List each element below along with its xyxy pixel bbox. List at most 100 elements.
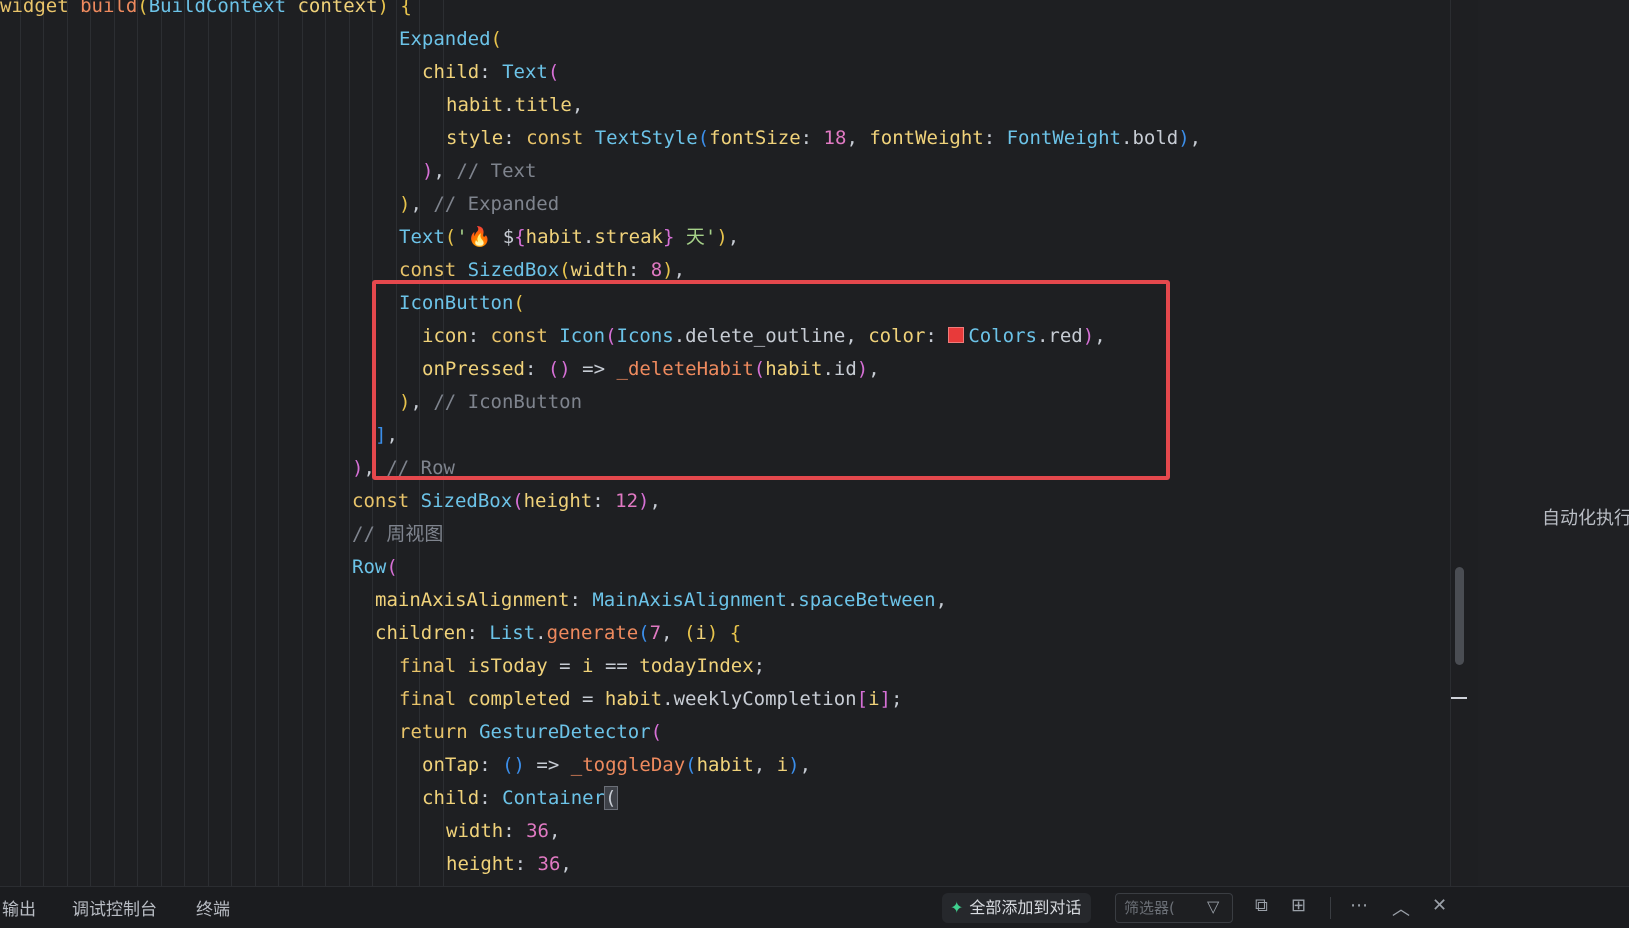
code-token: final (399, 655, 468, 677)
code-token: ( (547, 61, 560, 83)
tab-terminal[interactable]: 终端 (196, 895, 230, 920)
code-token: children (375, 622, 467, 644)
code-token: todayIndex (639, 655, 754, 677)
code-token: bold (1132, 127, 1179, 149)
code-token: . (786, 589, 799, 611)
code-token: style (446, 127, 504, 149)
code-token: , (753, 754, 777, 776)
code-line: IconButton( (0, 287, 525, 320)
code-token: , (661, 622, 684, 644)
copy-icon[interactable]: ⧉ (1255, 895, 1268, 916)
code-token: ( (605, 325, 617, 347)
layout-icon[interactable]: ⊞ (1291, 895, 1306, 916)
code-line: ), // Text (0, 155, 536, 188)
code-token: MainAxisAlignment (592, 589, 787, 611)
code-token: = (547, 655, 583, 677)
filter-icon[interactable]: ▽ (1207, 897, 1219, 916)
code-token: ( (137, 0, 149, 17)
code-token: Container (502, 787, 606, 809)
code-token: isToday (467, 655, 548, 677)
code-token: ( (513, 292, 525, 314)
right-side-panel (1478, 0, 1629, 886)
close-icon[interactable]: ✕ (1432, 895, 1447, 916)
code-token: height (523, 490, 593, 512)
code-token: , (1189, 127, 1202, 149)
code-token: ( (512, 490, 524, 512)
code-token: context (297, 0, 378, 17)
code-token: 8 (650, 259, 663, 281)
code-token: ( (683, 622, 696, 644)
code-token: habit (696, 754, 754, 776)
code-token: onTap (422, 754, 480, 776)
code-line: Text('🔥 ${habit.streak} 天'), (0, 221, 739, 254)
code-token: SizedBox (467, 259, 560, 281)
tab-output[interactable]: 输出 (2, 895, 36, 920)
code-token: : (466, 622, 490, 644)
code-token: , (560, 853, 572, 875)
code-token: generate (546, 622, 639, 644)
code-token: width (446, 820, 504, 842)
code-line: return GestureDetector( (0, 716, 662, 749)
code-token: _toggleDay (570, 754, 686, 776)
code-token: : (503, 127, 527, 149)
code-token: build (80, 0, 138, 17)
code-token: const (526, 127, 595, 149)
editor-scrollbar-track[interactable] (1450, 0, 1478, 886)
code-token: ( (753, 358, 766, 380)
code-token: ) (399, 193, 411, 215)
code-token: 18 (823, 127, 847, 149)
code-token: . (503, 94, 515, 116)
code-token: i (868, 688, 880, 710)
code-token: 7 (649, 622, 662, 644)
code-line: ), // IconButton (0, 386, 582, 419)
code-token: ) (1178, 127, 1190, 149)
code-token: widget (0, 0, 81, 17)
code-token: const (352, 490, 421, 512)
code-token: Text (502, 61, 548, 83)
more-icon[interactable]: ⋯ (1350, 895, 1368, 916)
code-token: . (1036, 325, 1049, 347)
automation-label[interactable]: 自动化执行 (1542, 504, 1629, 530)
code-token: ) (638, 490, 650, 512)
code-token: , (868, 358, 880, 380)
code-token: ) (1082, 325, 1095, 347)
code-token: , (410, 391, 434, 413)
code-token: child (422, 787, 480, 809)
code-token: : (514, 853, 538, 875)
code-token: habit (446, 94, 504, 116)
code-editor[interactable]: widget build(BuildContext context) { Expa… (0, 0, 1450, 886)
code-token: Expanded (399, 28, 491, 50)
code-line: height: 36, (0, 848, 572, 881)
code-line: widget build(BuildContext context) { (0, 0, 412, 23)
scrollbar-cursor-marker (1451, 697, 1467, 699)
code-token: ( (604, 786, 618, 810)
code-token: width (570, 259, 628, 281)
code-token: ( (444, 226, 457, 248)
editor-scrollbar-thumb[interactable] (1455, 567, 1464, 665)
code-token: // IconButton (433, 391, 583, 413)
code-token: : (467, 325, 491, 347)
code-line: final completed = habit.weeklyCompletion… (0, 683, 902, 716)
code-line: onPressed: () => _deleteHabit(habit.id), (0, 353, 880, 386)
code-token: , (846, 127, 870, 149)
code-token: weeklyCompletion (673, 688, 857, 710)
code-token: , (1094, 325, 1106, 347)
code-token: ] (879, 688, 891, 710)
add-all-to-chat-button[interactable]: ✦ 全部添加到对话 (942, 893, 1092, 923)
code-token: Colors (968, 325, 1037, 347)
tab-debug-console[interactable]: 调试控制台 (72, 895, 157, 920)
code-token: GestureDetector (479, 721, 651, 743)
code-token: List (489, 622, 536, 644)
code-line: onTap: () => _toggleDay(habit, i), (0, 749, 811, 782)
code-token: height (446, 853, 515, 875)
code-line: const SizedBox(width: 8), (0, 254, 685, 287)
code-token: i (776, 754, 789, 776)
code-token: ( (490, 28, 502, 50)
code-token: . (822, 358, 834, 380)
code-token: [ (856, 688, 869, 710)
chevron-up-icon[interactable]: ︿ (1392, 895, 1410, 921)
code-line: const SizedBox(height: 12), (0, 485, 661, 518)
code-token: , (433, 160, 457, 182)
code-line: Row( (0, 551, 398, 584)
code-token: const (399, 259, 468, 281)
